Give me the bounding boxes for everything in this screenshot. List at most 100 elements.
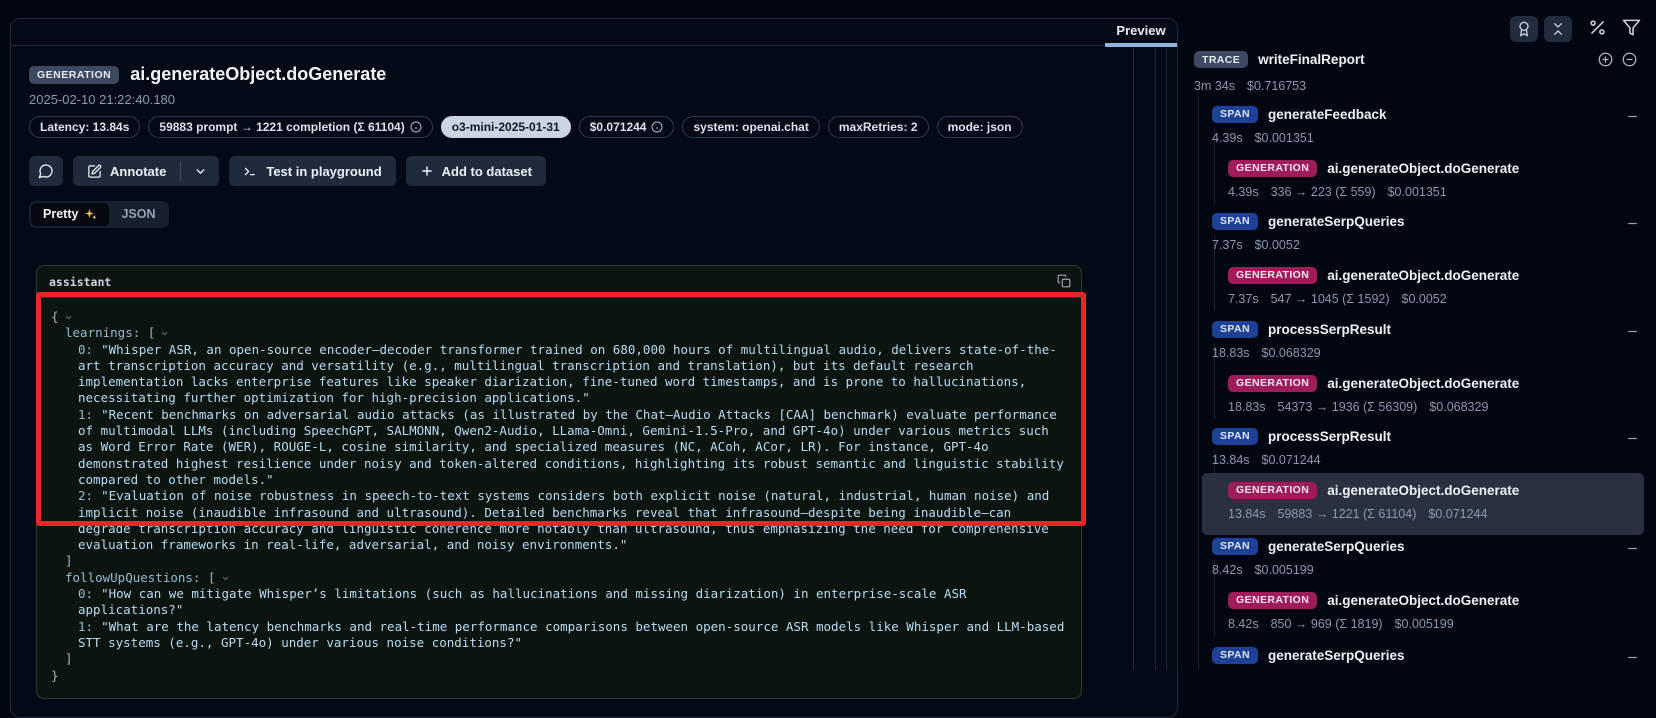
trace-badge: TRACE <box>1194 51 1248 68</box>
expand-all-button[interactable] <box>1598 52 1613 67</box>
collapse-row-button[interactable] <box>1626 110 1639 123</box>
collapse-tree-button[interactable] <box>1544 16 1572 42</box>
info-icon <box>410 121 422 133</box>
system-pill: system: openai.chat <box>682 116 819 138</box>
trace-name: writeFinalReport <box>1258 52 1365 67</box>
generation-badge: GENERATION <box>1228 592 1317 609</box>
filter-button[interactable] <box>1622 18 1641 37</box>
tree-generation-row[interactable]: GENERATION ai.generateObject.doGenerate <box>1228 590 1656 610</box>
generation-metrics: 4.39s336 → 223 (Σ 559)$0.001351 <box>1228 185 1656 199</box>
tree-generation-row[interactable]: GENERATION ai.generateObject.doGenerate <box>1228 373 1656 393</box>
json-output: { learnings: [ 0:Whisper ASR, an open-so… <box>37 298 1081 698</box>
minus-icon <box>1626 217 1639 230</box>
collapse-row-button[interactable] <box>1626 542 1639 555</box>
minus-icon <box>1626 432 1639 445</box>
latency-pill: Latency: 13.84s <box>29 116 140 138</box>
mode-pill: mode: json <box>937 116 1023 138</box>
tree-guide-line <box>1155 48 1156 670</box>
chat-bubble-icon <box>38 163 54 179</box>
trace-metrics: 3m 34s$0.716753 <box>1194 79 1306 93</box>
filter-icon <box>1622 18 1641 37</box>
collapse-row-button[interactable] <box>1626 325 1639 338</box>
tree-span-row[interactable]: SPAN generateSerpQueries <box>1212 536 1656 556</box>
json-collapse-chevron[interactable] <box>64 313 73 322</box>
generation-metrics: 7.37s547 → 1045 (Σ 1592)$0.0052 <box>1228 292 1656 306</box>
span-badge: SPAN <box>1212 538 1258 555</box>
collapse-all-button[interactable] <box>1622 52 1637 67</box>
json-collapse-chevron[interactable] <box>221 574 230 583</box>
preview-tabbar: Preview <box>11 19 1177 46</box>
span-badge: SPAN <box>1212 321 1258 338</box>
message-role-label: assistant <box>49 275 111 289</box>
tab-json[interactable]: JSON <box>109 203 167 226</box>
tab-pretty[interactable]: Pretty <box>31 203 109 226</box>
json-array-item: 0:Whisper ASR, an open-source encoder–de… <box>51 342 1067 407</box>
page-title: ai.generateObject.doGenerate <box>130 64 386 85</box>
tree-generation-row-selected[interactable]: GENERATION ai.generateObject.doGenerate <box>1228 480 1656 500</box>
minus-icon <box>1626 542 1639 555</box>
tree-guide-line <box>1198 96 1199 670</box>
collapse-row-button[interactable] <box>1626 217 1639 230</box>
collapse-row-button[interactable] <box>1626 432 1639 445</box>
collapse-vertical-icon <box>1550 21 1566 37</box>
test-in-playground-button[interactable]: Test in playground <box>229 156 395 186</box>
tree-generation-row[interactable]: GENERATION ai.generateObject.doGenerate <box>1228 158 1656 178</box>
assistant-message-box: assistant { learnings: [ 0:Whisper ASR, … <box>36 265 1082 699</box>
add-to-dataset-button[interactable]: Add to dataset <box>406 156 546 186</box>
token-usage-pill[interactable]: 59883 prompt → 1221 completion (Σ 61104) <box>148 116 432 138</box>
trace-tree-group: SPAN generateSerpQueries <box>1212 645 1656 665</box>
scores-button[interactable] <box>1510 16 1538 42</box>
sparkles-icon <box>84 208 97 221</box>
tab-preview-label: Preview <box>1116 23 1165 38</box>
json-collapse-chevron[interactable] <box>160 329 169 338</box>
span-badge: SPAN <box>1212 647 1258 664</box>
cost-pill[interactable]: $0.071244 <box>579 116 675 138</box>
edit-icon <box>87 164 102 179</box>
action-buttons: Annotate Test in playground Add to datas… <box>29 156 1159 186</box>
tree-span-row[interactable]: SPAN generateFeedback <box>1212 104 1656 124</box>
tree-guide-line <box>1166 48 1167 670</box>
span-badge: SPAN <box>1212 213 1258 230</box>
trace-tree-group: SPAN generateSerpQueries 8.42s$0.005199 … <box>1212 536 1656 631</box>
tree-guide-line <box>1177 48 1178 670</box>
model-pill[interactable]: o3-mini-2025-01-31 <box>441 116 571 138</box>
tab-preview[interactable]: Preview <box>1105 19 1177 46</box>
copy-button[interactable] <box>1057 274 1071 288</box>
json-array-item: 0:How can we mitigate Whisper’s limitati… <box>51 586 1067 619</box>
circle-minus-icon <box>1622 52 1637 67</box>
span-metrics: 4.39s$0.001351 <box>1212 131 1656 145</box>
circle-plus-icon <box>1598 52 1613 67</box>
comment-button[interactable] <box>29 156 63 186</box>
percent-icon <box>1588 18 1607 37</box>
active-tab-underline <box>1105 43 1177 47</box>
span-metrics: 7.37s$0.0052 <box>1212 238 1656 252</box>
trace-root-row[interactable]: TRACE writeFinalReport <box>1194 51 1365 68</box>
observation-type-badge: GENERATION <box>29 66 119 84</box>
tree-span-row[interactable]: SPAN processSerpResult <box>1212 319 1656 339</box>
generation-badge: GENERATION <box>1228 267 1317 284</box>
collapse-row-button[interactable] <box>1626 651 1639 664</box>
metadata-pills: Latency: 13.84s 59883 prompt → 1221 comp… <box>29 116 1159 138</box>
generation-metrics: 18.83s54373 → 1936 (Σ 56309)$0.068329 <box>1228 400 1656 414</box>
span-metrics: 18.83s$0.068329 <box>1212 346 1656 360</box>
show-percent-button[interactable] <box>1588 18 1607 37</box>
terminal-icon <box>243 164 258 179</box>
plus-icon <box>420 164 434 178</box>
tree-span-row[interactable]: SPAN generateSerpQueries <box>1212 211 1656 231</box>
copy-icon <box>1057 274 1071 288</box>
trace-tree-group: SPAN processSerpResult 13.84s$0.071244 G… <box>1212 426 1656 521</box>
award-icon <box>1516 21 1532 37</box>
tree-generation-row[interactable]: GENERATION ai.generateObject.doGenerate <box>1228 265 1656 285</box>
tree-span-row[interactable]: SPAN processSerpResult <box>1212 426 1656 446</box>
minus-icon <box>1626 110 1639 123</box>
minus-icon <box>1626 651 1639 664</box>
generation-badge: GENERATION <box>1228 375 1317 392</box>
annotate-button[interactable]: Annotate <box>73 156 180 186</box>
info-icon <box>651 121 663 133</box>
tree-span-row[interactable]: SPAN generateSerpQueries <box>1212 645 1656 665</box>
annotate-menu-button[interactable] <box>181 156 219 186</box>
observation-timestamp: 2025-02-10 21:22:40.180 <box>29 92 1159 107</box>
json-array-item: 2:Evaluation of noise robustness in spee… <box>51 488 1067 553</box>
generation-metrics: 13.84s59883 → 1221 (Σ 61104)$0.071244 <box>1228 507 1656 521</box>
span-badge: SPAN <box>1212 106 1258 123</box>
